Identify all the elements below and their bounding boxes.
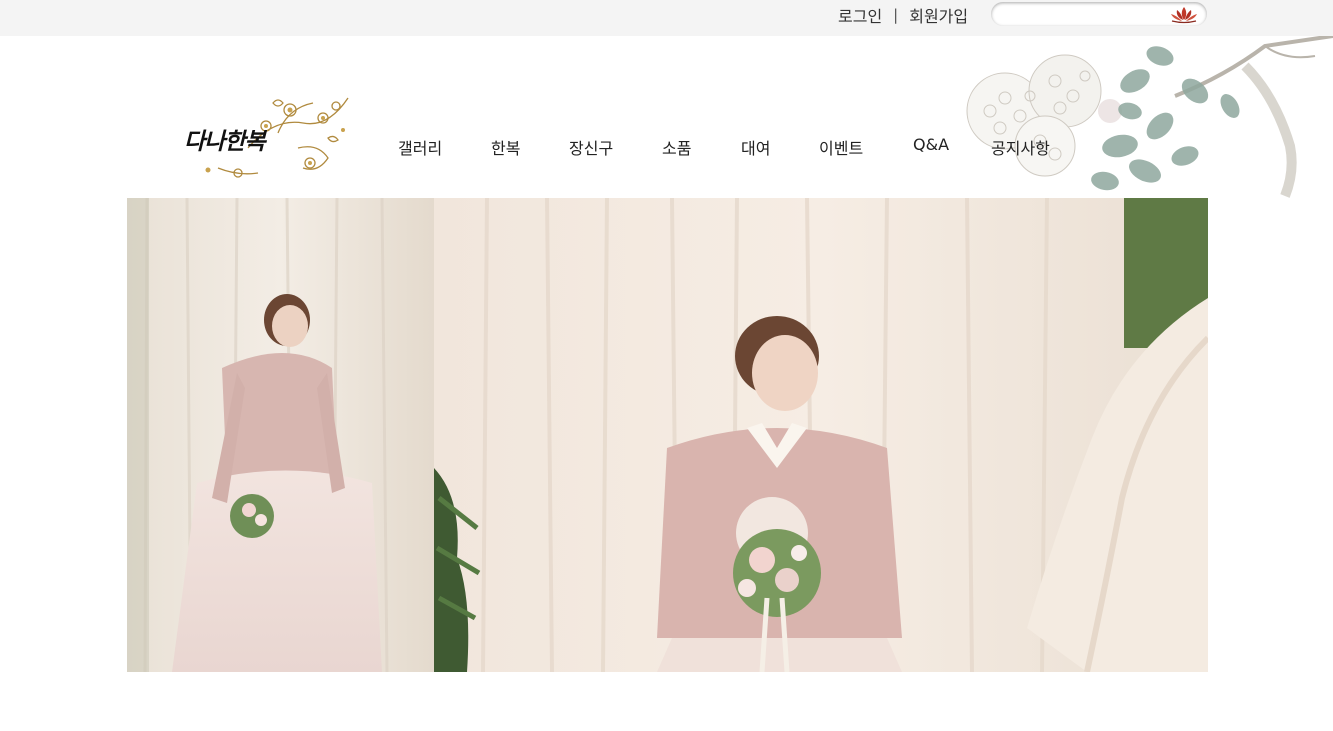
floral-header-decoration <box>945 36 1333 198</box>
top-utility-bar: 로그인 | 회원가입 <box>0 0 1333 36</box>
auth-separator: | <box>893 6 899 24</box>
logo-text: 다나한복 <box>184 128 266 155</box>
nav-item-props[interactable]: 소품 <box>662 135 691 159</box>
search-box <box>991 2 1207 26</box>
signup-link[interactable]: 회원가입 <box>909 3 968 27</box>
nav-item-event[interactable]: 이벤트 <box>819 135 863 159</box>
nav-item-hanbok[interactable]: 한복 <box>491 135 520 159</box>
nav-item-notice[interactable]: 공지사항 <box>991 135 1050 159</box>
login-link[interactable]: 로그인 <box>838 3 882 27</box>
hero-banner-image <box>127 198 1208 672</box>
auth-links: 로그인 | 회원가입 <box>838 4 968 26</box>
site-logo[interactable]: 다나한복 <box>178 88 354 184</box>
search-input[interactable] <box>1003 5 1167 25</box>
lotus-icon[interactable] <box>1168 5 1200 24</box>
nav-item-qna[interactable]: Q&A <box>913 135 949 154</box>
nav-item-accessories[interactable]: 장신구 <box>569 135 613 159</box>
nav-item-rental[interactable]: 대여 <box>741 135 770 159</box>
nav-item-gallery[interactable]: 갤러리 <box>398 135 442 159</box>
